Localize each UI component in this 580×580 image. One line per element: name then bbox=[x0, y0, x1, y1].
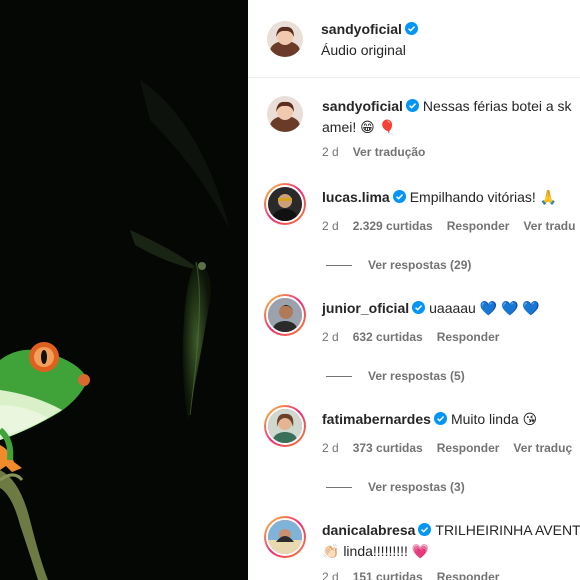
comment-text: danicalabresa TRILHEIRINHA AVENT 👏🏻 linda… bbox=[322, 520, 580, 562]
comment-meta: 2 d 2.329 curtidas Responder Ver tradu bbox=[322, 219, 580, 233]
comment-body: Muito linda 😘 bbox=[450, 411, 538, 427]
comment-author[interactable]: junior_oficial bbox=[322, 300, 426, 316]
avatar[interactable] bbox=[264, 516, 306, 558]
post-author[interactable]: sandyoficial bbox=[321, 21, 418, 37]
comment-body: uaaaau 💙 💙 💙 bbox=[429, 300, 540, 316]
view-replies-label: Ver respostas (3) bbox=[368, 480, 465, 494]
verified-icon bbox=[433, 412, 447, 425]
view-replies-button[interactable]: Ver respostas (3) bbox=[326, 480, 465, 494]
post-photo bbox=[0, 0, 248, 580]
replies-divider bbox=[326, 265, 352, 267]
caption-line2: amei! 😁 🎈 bbox=[322, 119, 397, 135]
comment-age[interactable]: 2 d bbox=[322, 330, 339, 344]
reply-button[interactable]: Responder bbox=[437, 441, 500, 455]
author-avatar[interactable] bbox=[267, 21, 303, 57]
verified-icon bbox=[392, 190, 406, 203]
caption-age[interactable]: 2 d bbox=[322, 145, 339, 159]
view-replies-button[interactable]: Ver respostas (29) bbox=[326, 258, 471, 272]
likes-count[interactable]: 2.329 curtidas bbox=[353, 219, 433, 233]
replies-divider bbox=[326, 487, 352, 489]
reply-button[interactable]: Responder bbox=[447, 219, 510, 233]
comment-meta: 2 d 151 curtidas Responder bbox=[322, 570, 513, 580]
avatar[interactable] bbox=[264, 294, 306, 336]
comment-body: TRILHEIRINHA AVENT bbox=[435, 522, 580, 538]
view-replies-label: Ver respostas (29) bbox=[368, 258, 472, 272]
comment-text: fatimabernardes Muito linda 😘 bbox=[322, 409, 537, 430]
comments-panel: sandyoficial Áudio original sandyoficial… bbox=[248, 0, 580, 580]
reply-button[interactable]: Responder bbox=[437, 570, 500, 580]
view-replies-label: Ver respostas (5) bbox=[368, 369, 465, 383]
translate-link[interactable]: Ver traduç bbox=[513, 441, 572, 455]
caption-line1: Nessas férias botei a sk bbox=[422, 98, 572, 114]
avatar[interactable] bbox=[264, 405, 306, 447]
comment-author[interactable]: fatimabernardes bbox=[322, 411, 447, 427]
avatar[interactable] bbox=[264, 183, 306, 225]
verified-icon bbox=[418, 523, 432, 536]
likes-count[interactable]: 632 curtidas bbox=[353, 330, 423, 344]
audio-label[interactable]: Áudio original bbox=[321, 42, 406, 58]
avatar[interactable] bbox=[267, 96, 303, 132]
comment-age[interactable]: 2 d bbox=[322, 441, 339, 455]
comment-age[interactable]: 2 d bbox=[322, 219, 339, 233]
comment-author[interactable]: lucas.lima bbox=[322, 189, 406, 205]
comment-body: Empilhando vitórias! 🙏 bbox=[409, 189, 558, 205]
comment-meta: 2 d 632 curtidas Responder bbox=[322, 330, 513, 344]
post-header: sandyoficial Áudio original bbox=[248, 0, 580, 78]
verified-icon bbox=[405, 99, 419, 112]
translate-link[interactable]: Ver tradução bbox=[353, 145, 426, 159]
caption-author[interactable]: sandyoficial bbox=[322, 98, 419, 114]
verified-icon bbox=[404, 22, 418, 35]
comment-meta: 2 d 373 curtidas Responder Ver traduç bbox=[322, 441, 580, 455]
view-replies-button[interactable]: Ver respostas (5) bbox=[326, 369, 465, 383]
post-author-name[interactable]: sandyoficial bbox=[321, 21, 402, 37]
replies-divider bbox=[326, 376, 352, 378]
caption-text: sandyoficial Nessas férias botei a sk ame… bbox=[322, 96, 572, 138]
frog-photo bbox=[0, 0, 248, 580]
reply-button[interactable]: Responder bbox=[437, 330, 500, 344]
translate-link[interactable]: Ver tradu bbox=[523, 219, 575, 233]
caption-meta: 2 d Ver tradução bbox=[322, 145, 439, 159]
verified-icon bbox=[412, 301, 426, 314]
comment-author[interactable]: danicalabresa bbox=[322, 522, 432, 538]
comment-age[interactable]: 2 d bbox=[322, 570, 339, 580]
comment-text: junior_oficial uaaaau 💙 💙 💙 bbox=[322, 298, 540, 319]
likes-count[interactable]: 373 curtidas bbox=[353, 441, 423, 455]
comment-body-line2: 👏🏻 linda!!!!!!!!! 💗 bbox=[322, 543, 430, 559]
likes-count[interactable]: 151 curtidas bbox=[353, 570, 423, 580]
comment-text: lucas.lima Empilhando vitórias! 🙏 bbox=[322, 187, 557, 208]
